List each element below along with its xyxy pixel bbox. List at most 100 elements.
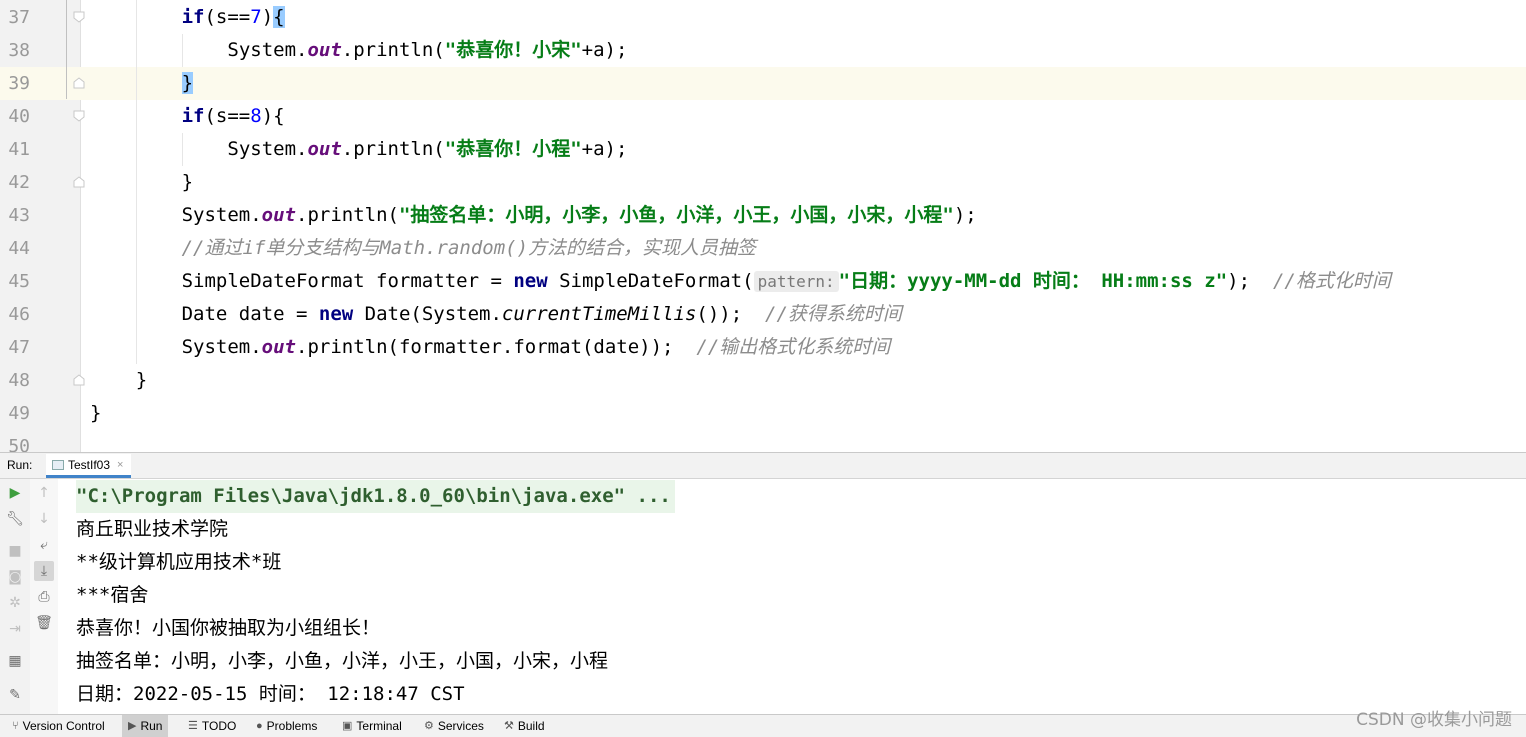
arrow-up-icon[interactable]: ↑ bbox=[34, 483, 54, 503]
camera-icon[interactable]: ◙ bbox=[5, 567, 25, 587]
tool-window-label: Run bbox=[140, 719, 163, 733]
line-number: 46 bbox=[8, 304, 30, 325]
tool-window-label: Services bbox=[437, 719, 484, 733]
arrow-down-icon[interactable]: ↓ bbox=[34, 509, 54, 529]
code-line: 48} bbox=[0, 364, 1526, 397]
code-token: 7 bbox=[250, 6, 262, 28]
code-token: .println( bbox=[341, 39, 445, 61]
problems-tab[interactable]: ● Problems bbox=[250, 715, 323, 737]
tool-window-label: Version Control bbox=[22, 719, 105, 733]
code-text: Date date = new Date(System.currentTimeM… bbox=[182, 298, 902, 331]
pin-icon[interactable]: ✎ bbox=[5, 685, 25, 705]
code-token: new bbox=[318, 303, 354, 325]
code-token: Date date = bbox=[181, 303, 319, 325]
rerun-icon[interactable]: ▶ bbox=[5, 483, 25, 503]
code-line: 49} bbox=[0, 397, 1526, 430]
tool-window-bar: ⑂ Version Control ▶ Run ☰ TODO ● Problems ▣ Termi… bbox=[0, 714, 1526, 737]
build-tab[interactable]: ⚒ Build bbox=[498, 715, 551, 737]
console-line: 抽签名单：小明，小李，小鱼，小洋，小王，小国，小宋，小程 bbox=[76, 650, 609, 672]
terminal-tab[interactable]: ▣ Terminal bbox=[336, 715, 408, 737]
code-token: { bbox=[273, 6, 285, 28]
run-config-tab[interactable]: TestIf03 × bbox=[46, 454, 132, 478]
indent-guide bbox=[181, 133, 183, 166]
code-token: "抽签名单：小明，小李，小鱼，小洋，小王，小国，小宋，小程" bbox=[398, 204, 954, 226]
code-token: System. bbox=[227, 138, 308, 160]
code-text: } bbox=[136, 364, 147, 397]
code-text: //通过if单分支结构与Math.random()方法的结合，实现人员抽签 bbox=[182, 232, 756, 265]
line-number: 41 bbox=[8, 139, 30, 160]
code-token: } bbox=[90, 402, 102, 424]
code-token: +a); bbox=[581, 138, 628, 160]
services-tab[interactable]: ⚙ Services bbox=[418, 715, 490, 737]
code-line: 47 System.out.println(formatter.format(da… bbox=[0, 331, 1526, 364]
code-line: 40 if(s==8){ bbox=[0, 100, 1526, 133]
print-icon[interactable]: ⎙ bbox=[34, 587, 54, 607]
fold-close-icon[interactable] bbox=[73, 176, 85, 188]
terminal-icon: ▣ bbox=[342, 720, 353, 732]
run-tab-bottom[interactable]: ▶ Run bbox=[122, 715, 169, 737]
code-editor[interactable]: 37 if(s==7){38 System.out.println("恭喜你！小宋"… bbox=[0, 0, 1526, 452]
fold-close-icon[interactable] bbox=[73, 374, 85, 386]
code-token: ); bbox=[953, 204, 977, 226]
code-line: 43 System.out.println("抽签名单：小明，小李，小鱼，小洋，小… bbox=[0, 199, 1526, 232]
run-config-tab-label: TestIf03 bbox=[68, 457, 111, 472]
code-token: System. bbox=[181, 204, 262, 226]
version-control-tab[interactable]: ⑂ Version Control bbox=[6, 715, 111, 737]
code-token: ()); bbox=[696, 303, 766, 325]
line-number: 40 bbox=[8, 106, 30, 127]
fold-open-icon[interactable] bbox=[73, 11, 85, 23]
code-line: 37 if(s==7){ bbox=[0, 1, 1526, 34]
code-token: .println( bbox=[341, 138, 445, 160]
console-line: 日期：2022-05-15 时间： 12:18:47 CST bbox=[76, 683, 465, 705]
todo-tab[interactable]: ☰ TODO bbox=[182, 715, 242, 737]
console-line: ***宿舍 bbox=[76, 584, 149, 606]
line-number: 39 bbox=[8, 73, 30, 94]
code-token: } bbox=[135, 369, 148, 391]
code-line: 45 SimpleDateFormat formatter = new Simpl… bbox=[0, 265, 1526, 298]
tool-window-label: Build bbox=[517, 719, 545, 733]
version-control-icon: ⑂ bbox=[12, 720, 19, 732]
tool-window-label: Problems bbox=[266, 719, 318, 733]
code-text: System.out.println("抽签名单：小明，小李，小鱼，小洋，小王，… bbox=[182, 199, 977, 232]
code-token: 8 bbox=[250, 105, 262, 127]
code-token: if bbox=[181, 6, 205, 28]
console-output[interactable]: "C:\Program Files\Java\jdk1.8.0_60\bin\j… bbox=[58, 479, 1526, 714]
fold-close-icon[interactable] bbox=[73, 77, 85, 89]
code-text: if(s==8){ bbox=[182, 100, 285, 133]
trash-icon[interactable]: 🗑︎ bbox=[34, 613, 54, 633]
soft-wrap-icon[interactable]: ⤶ bbox=[34, 535, 54, 555]
debug-icon[interactable]: ✲ bbox=[5, 593, 25, 613]
code-token: (s== bbox=[204, 105, 251, 127]
line-number: 37 bbox=[8, 7, 30, 28]
code-token: +a); bbox=[581, 39, 628, 61]
todo-icon: ☰ bbox=[188, 720, 198, 732]
code-token: } bbox=[181, 171, 194, 193]
parameter-hint: pattern: bbox=[753, 271, 839, 292]
services-icon: ⚙ bbox=[424, 720, 434, 732]
stop-icon[interactable]: ■ bbox=[5, 541, 25, 561]
code-text: System.out.println("恭喜你！小宋"+a); bbox=[227, 34, 627, 67]
run-tool-window-header: Run: TestIf03 × bbox=[0, 452, 1526, 479]
problems-icon: ● bbox=[256, 720, 263, 732]
fold-open-icon[interactable] bbox=[73, 110, 85, 122]
layout-icon[interactable]: ▦ bbox=[5, 651, 25, 671]
code-line: 42} bbox=[0, 166, 1526, 199]
code-text: System.out.println(formatter.format(date… bbox=[182, 331, 891, 364]
indent-guide bbox=[135, 0, 137, 364]
tool-window-label: TODO bbox=[201, 719, 237, 733]
exit-icon[interactable]: ⇥ bbox=[5, 619, 25, 639]
console-line: **级计算机应用技术*班 bbox=[76, 551, 282, 573]
wrench-icon[interactable]: 🔧︎ bbox=[5, 509, 25, 529]
code-token: "恭喜你！小宋" bbox=[444, 39, 582, 61]
code-token: ){ bbox=[261, 105, 285, 127]
close-icon[interactable]: × bbox=[117, 459, 123, 471]
code-token: //输出格式化系统时间 bbox=[696, 336, 891, 358]
code-text: System.out.println("恭喜你！小程"+a); bbox=[227, 133, 627, 166]
console-line: 恭喜你！小国你被抽取为小组组长！ bbox=[76, 617, 381, 639]
line-number: 44 bbox=[8, 238, 30, 259]
code-line: 39} bbox=[0, 67, 1526, 100]
line-number: 45 bbox=[8, 271, 30, 292]
code-token: .println( bbox=[296, 204, 399, 226]
run-label: Run: bbox=[7, 458, 33, 472]
scroll-to-end-icon[interactable]: ⤓ bbox=[34, 561, 54, 581]
